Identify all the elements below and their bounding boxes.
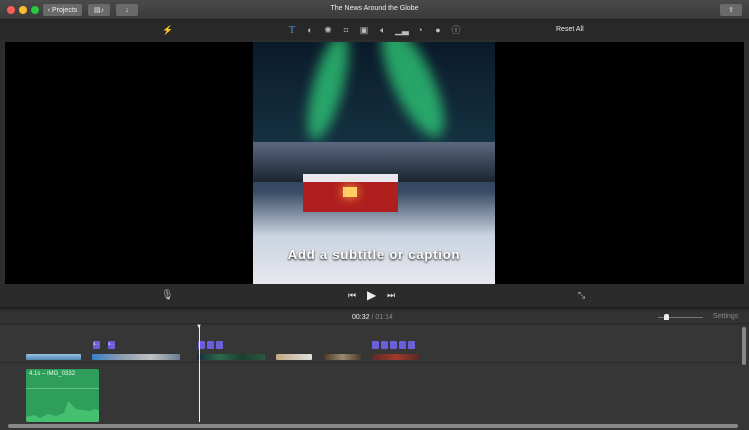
horizontal-scrollbar[interactable]: [8, 424, 738, 428]
title-tag[interactable]: 4...: [93, 341, 100, 349]
audio-clip[interactable]: 4.1s – IMG_0332: [26, 369, 99, 422]
title-tag[interactable]: [381, 341, 388, 349]
caption-text[interactable]: Add a subtitle or caption: [253, 247, 495, 262]
settings-button[interactable]: Settings: [713, 313, 738, 320]
video-preview[interactable]: Add a subtitle or caption: [253, 42, 495, 284]
title-bar: ‹ Projects ▤♪ ↓ The News Around the Glob…: [0, 0, 749, 20]
aurora-shape: [299, 42, 357, 145]
playback-controls: 🎙︎ ⏮︎ ▶ ⏭︎ ⤡: [0, 284, 749, 309]
magic-wand-icon[interactable]: ⚡: [162, 24, 174, 36]
microphone-icon[interactable]: 🎙︎: [161, 290, 174, 301]
title-tag[interactable]: [207, 341, 214, 349]
info-icon[interactable]: ⓘ: [450, 24, 462, 36]
speed-icon[interactable]: ◔: [414, 24, 426, 36]
fullscreen-icon[interactable]: ⤡: [578, 290, 585, 301]
viewer: Add a subtitle or caption: [5, 42, 744, 284]
video-clip[interactable]: [197, 354, 265, 360]
vertical-scrollbar[interactable]: [742, 327, 746, 365]
crop-icon[interactable]: ⌗: [340, 24, 352, 36]
video-clip[interactable]: [92, 354, 180, 360]
title-tag[interactable]: [399, 341, 406, 349]
share-button[interactable]: ⇪: [720, 4, 742, 16]
title-tag[interactable]: [216, 341, 223, 349]
window-title: The News Around the Globe: [330, 5, 419, 12]
cabin-window-light: [343, 187, 357, 197]
timeline: 4... 4... 4.1s – IMG_0332 ▼: [0, 324, 749, 430]
video-clip[interactable]: [276, 354, 312, 360]
volume-line[interactable]: [26, 388, 99, 389]
volume-icon[interactable]: 🔈︎: [377, 24, 389, 36]
audio-waveform: [26, 401, 99, 422]
playhead-handle-icon[interactable]: ▼: [196, 324, 202, 330]
stabilization-icon[interactable]: ▣: [358, 24, 370, 36]
noise-reduction-icon[interactable]: ▁▃: [395, 24, 409, 36]
video-clip[interactable]: [372, 354, 419, 360]
total-time: 01:14: [375, 314, 393, 321]
time-separator: /: [371, 314, 374, 321]
current-time: 00:32: [352, 314, 370, 321]
video-clip[interactable]: [26, 354, 81, 360]
video-clip[interactable]: [324, 354, 361, 360]
timecode: 00:32 / 01:14: [352, 314, 393, 321]
aurora-shape: [369, 42, 457, 145]
title-tag[interactable]: 4...: [108, 341, 115, 349]
timeline-header: 00:32 / 01:14 Settings: [0, 311, 749, 324]
zoom-slider-thumb[interactable]: [664, 314, 669, 320]
color-balance-icon[interactable]: ◐: [304, 24, 316, 36]
clip-filter-icon[interactable]: ●: [432, 24, 444, 36]
track-divider: [0, 362, 740, 363]
share-icon: ⇪: [728, 7, 734, 14]
reset-all-button[interactable]: Reset All: [556, 26, 584, 33]
color-correction-icon[interactable]: ✺: [322, 24, 334, 36]
skip-back-icon[interactable]: ⏮︎: [348, 290, 356, 301]
adjustments-toolbar: ⚡ T ◐ ✺ ⌗ ▣ 🔈︎ ▁▃ ◔ ● ⓘ Reset All: [0, 20, 749, 40]
skip-forward-icon[interactable]: ⏭︎: [387, 290, 395, 301]
audio-clip-label: 4.1s – IMG_0332: [29, 371, 76, 377]
title-icon[interactable]: T: [286, 24, 298, 36]
title-tag[interactable]: [390, 341, 397, 349]
play-icon[interactable]: ▶: [367, 288, 376, 302]
title-tag[interactable]: [408, 341, 415, 349]
playhead[interactable]: [199, 325, 200, 422]
title-tag[interactable]: [372, 341, 379, 349]
